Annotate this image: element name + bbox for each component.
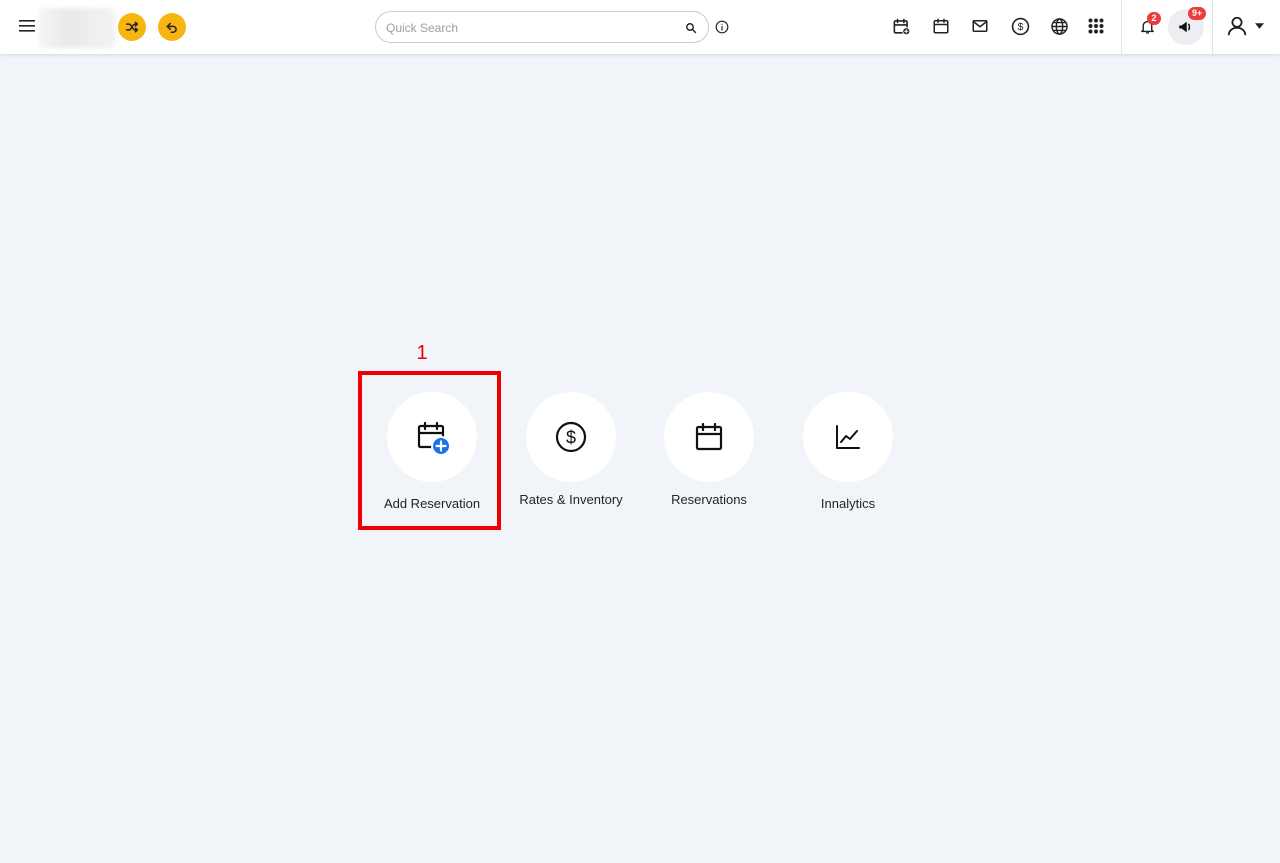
step-number: 1 [416,342,428,364]
caret-down-icon[interactable] [1254,21,1264,31]
top-bar: $ 2 9+ [0,0,1280,54]
tile-reservations[interactable]: Reservations [649,392,769,532]
logo[interactable] [38,8,116,48]
notification-badge: 2 [1147,12,1161,25]
divider [1212,0,1213,54]
tile-icon-circle [664,392,754,482]
tile-label: Innalytics [820,496,876,511]
svg-text:$: $ [566,428,576,448]
divider [1121,0,1122,54]
dollar-circle-icon: $ [555,421,587,453]
apps-grid-icon[interactable] [1085,15,1107,37]
shuffle-icon[interactable] [118,13,146,41]
search-input[interactable] [386,18,676,38]
tile-rates-inventory[interactable]: $ Rates & Inventory [511,392,631,532]
tile-innalytics[interactable]: Innalytics [788,392,908,532]
search-icon[interactable] [684,21,698,35]
info-icon[interactable] [714,19,730,35]
mail-icon[interactable] [969,15,991,37]
tile-label: Rates & Inventory [519,492,623,507]
tile-icon-circle: $ [526,392,616,482]
tile-icon-circle [803,392,893,482]
menu-icon[interactable] [16,14,40,38]
quick-search-box[interactable] [375,11,709,43]
highlight-box [358,371,501,530]
user-icon[interactable] [1225,14,1249,38]
dollar-icon[interactable]: $ [1009,15,1031,37]
svg-text:$: $ [1017,22,1023,33]
undo-icon[interactable] [158,13,186,41]
calendar-add-icon[interactable] [890,15,912,37]
line-chart-icon [836,425,860,449]
announcement-badge: 9+ [1188,7,1207,20]
calendar-icon[interactable] [930,15,952,37]
tile-label: Reservations [671,492,747,507]
calendar-icon [695,422,723,451]
globe-icon[interactable] [1048,15,1070,37]
